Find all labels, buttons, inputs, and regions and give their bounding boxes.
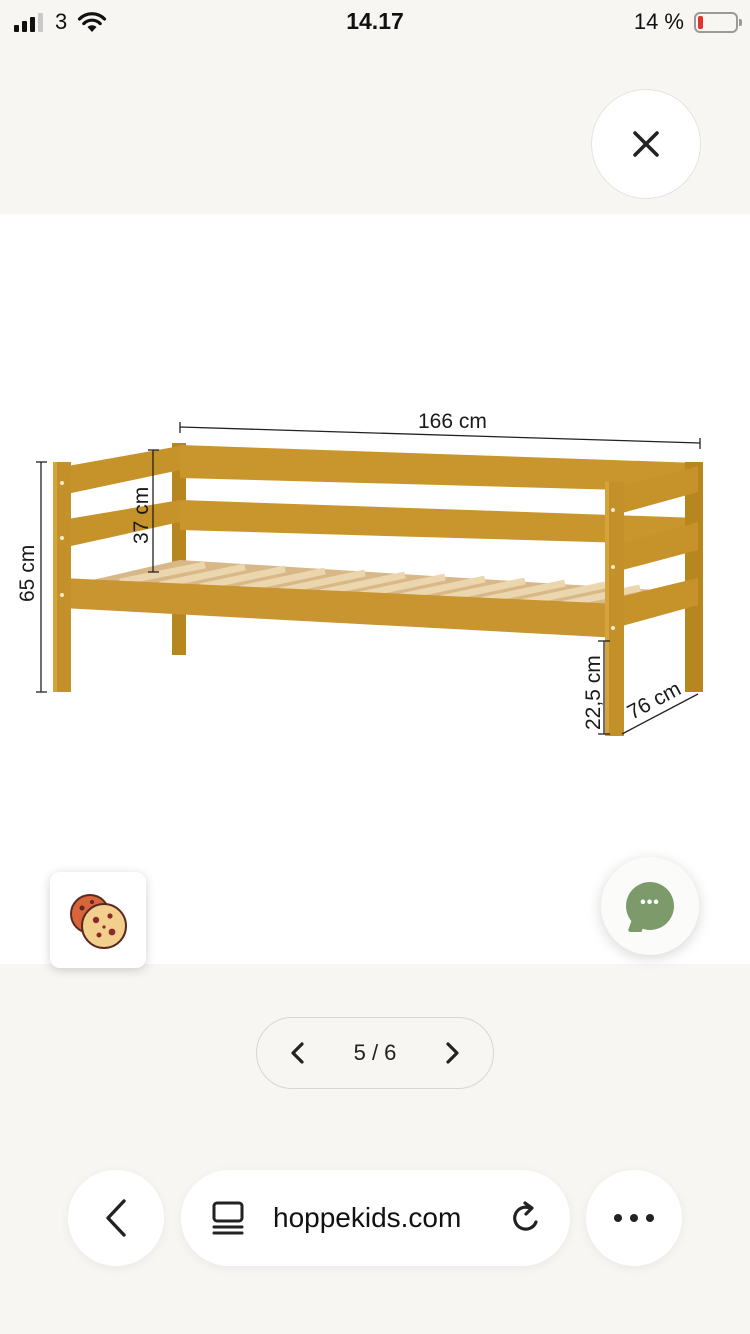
chat-button[interactable]: ••• [601, 857, 699, 955]
url-text[interactable]: hoppekids.com [273, 1202, 461, 1234]
bed-dimension-drawing: 166 cm 65 cm 37 cm 22,5 cm 76 cm [16, 410, 703, 736]
length-dimension-label: 166 cm [418, 410, 487, 433]
close-button[interactable] [591, 89, 701, 199]
close-icon [633, 131, 659, 157]
reload-icon[interactable] [510, 1200, 544, 1236]
image-pager: 5 / 6 [256, 1017, 494, 1089]
product-image: 166 cm 65 cm 37 cm 22,5 cm 76 cm [0, 214, 750, 964]
status-bar: 3 14.17 14 % [0, 0, 750, 44]
battery-level [698, 15, 703, 29]
more-options-button[interactable] [586, 1170, 682, 1266]
more-icon [614, 1214, 654, 1222]
chevron-right-icon [446, 1042, 459, 1064]
battery-icon [694, 11, 742, 33]
chat-icon: ••• [626, 882, 674, 930]
battery-percent: 14 % [633, 9, 684, 34]
browser-back-button[interactable] [68, 1170, 164, 1266]
cookie-icon [70, 894, 127, 949]
reader-icon[interactable] [211, 1200, 245, 1236]
next-image-button[interactable] [435, 1036, 469, 1070]
back-icon [106, 1199, 126, 1237]
height-dimension-label: 65 cm [16, 545, 39, 602]
address-bar[interactable]: hoppekids.com [181, 1170, 570, 1266]
leg-height-dimension-label: 22,5 cm [582, 655, 605, 730]
rail-height-dimension-label: 37 cm [130, 487, 153, 544]
image-viewer-screen: 3 14.17 14 % 166 cm 65 cm 37 cm 22,5 cm … [0, 0, 750, 1334]
cookie-settings-button[interactable] [50, 872, 146, 968]
status-right: 14 % [633, 9, 742, 35]
